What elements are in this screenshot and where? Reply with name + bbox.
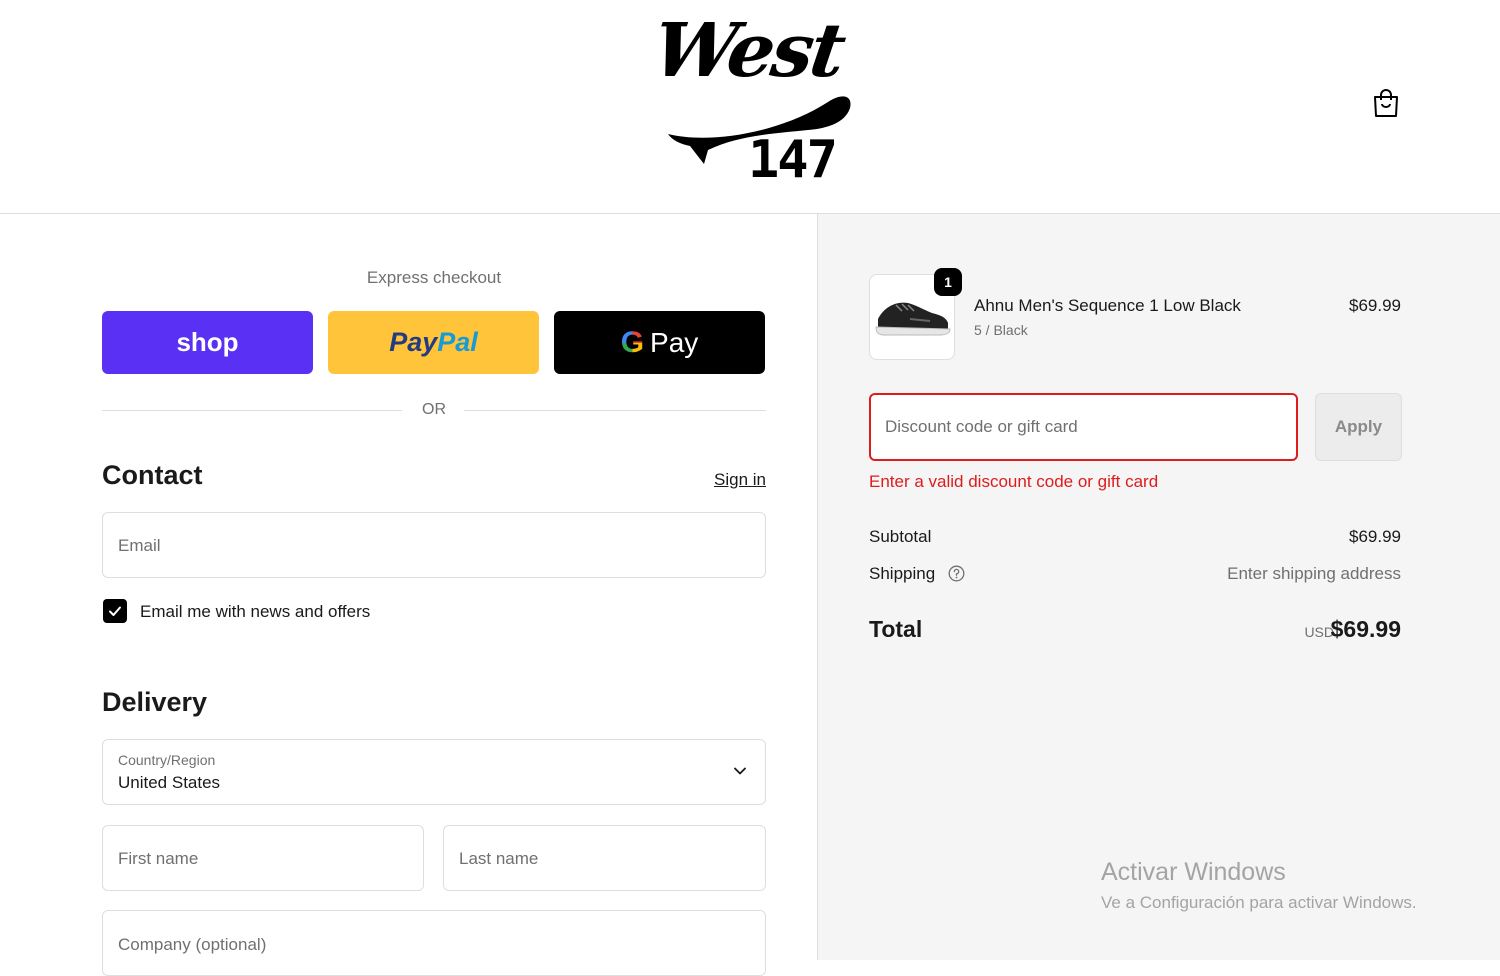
first-name-placeholder: First name	[118, 849, 199, 868]
logo-script-text: West	[647, 8, 849, 94]
last-name-field[interactable]: Last name	[443, 825, 766, 891]
order-summary-panel: 1 Ahnu Men's Sequence 1 Low Black 5 / Bl…	[817, 214, 1500, 960]
total-label: Total	[869, 616, 923, 642]
discount-code-input[interactable]: Discount code or gift card	[869, 393, 1298, 461]
logo-number-text: 147	[748, 130, 838, 190]
discount-error-message: Enter a valid discount code or gift card	[869, 472, 1159, 491]
contact-heading: Contact	[102, 460, 203, 490]
google-pay-button[interactable]: G Pay	[554, 311, 765, 374]
country-select[interactable]: Country/Region United States	[102, 739, 766, 805]
sign-in-link[interactable]: Sign in	[700, 470, 766, 490]
product-variant: 5 / Black	[974, 322, 1028, 338]
quantity-badge: 1	[934, 268, 962, 296]
site-header: West NYC 147	[0, 0, 1500, 214]
total-currency: USD	[1304, 624, 1334, 640]
chevron-down-icon	[734, 767, 746, 775]
watermark-line-1: Activar Windows	[1101, 858, 1286, 886]
delivery-heading: Delivery	[102, 687, 208, 717]
checkmark-icon	[109, 606, 121, 616]
paypal-label-pay: Pay	[389, 327, 438, 357]
google-pay-label: Pay	[650, 326, 699, 358]
total-value: $69.99	[1330, 616, 1401, 642]
product-price: $69.99	[1349, 296, 1401, 315]
shipping-label: Shipping	[869, 564, 936, 583]
company-field[interactable]: Company (optional)	[102, 910, 766, 976]
last-name-placeholder: Last name	[459, 849, 539, 868]
watermark-line-2: Ve a Configuración para activar Windows.	[1101, 893, 1417, 912]
paypal-button[interactable]: Pay Pal	[328, 311, 539, 374]
shop-pay-label: shop	[176, 327, 239, 357]
express-checkout-title: Express checkout	[366, 268, 502, 287]
newsletter-checkbox[interactable]	[103, 599, 127, 623]
newsletter-label: Email me with news and offers	[140, 602, 371, 621]
store-logo[interactable]: West NYC 147	[648, 8, 855, 193]
or-divider: OR	[102, 400, 766, 422]
subtotal-value: $69.99	[1349, 527, 1401, 546]
company-placeholder: Company (optional)	[118, 935, 267, 954]
first-name-field[interactable]: First name	[102, 825, 424, 891]
windows-activation-watermark: Activar Windows Ve a Configuración para …	[1101, 858, 1417, 913]
help-circle-icon[interactable]	[948, 565, 965, 582]
google-g-icon: G	[620, 325, 645, 359]
shopping-bag-icon[interactable]	[1372, 88, 1400, 118]
product-name: Ahnu Men's Sequence 1 Low Black	[974, 296, 1241, 315]
country-label: Country/Region	[118, 752, 216, 768]
or-label: OR	[422, 401, 446, 418]
email-field[interactable]: Email	[102, 512, 766, 578]
subtotal-label: Subtotal	[869, 527, 932, 546]
shipping-value: Enter shipping address	[1227, 564, 1401, 583]
apply-discount-button[interactable]: Apply	[1315, 393, 1402, 461]
country-value: United States	[118, 773, 221, 792]
checkout-form-panel: Express checkout shop Pay Pal G Pay OR Co…	[0, 214, 817, 976]
email-placeholder: Email	[118, 536, 161, 555]
paypal-label-pal: Pal	[437, 327, 478, 357]
discount-placeholder: Discount code or gift card	[885, 417, 1078, 436]
shop-pay-button[interactable]: shop	[102, 311, 313, 374]
